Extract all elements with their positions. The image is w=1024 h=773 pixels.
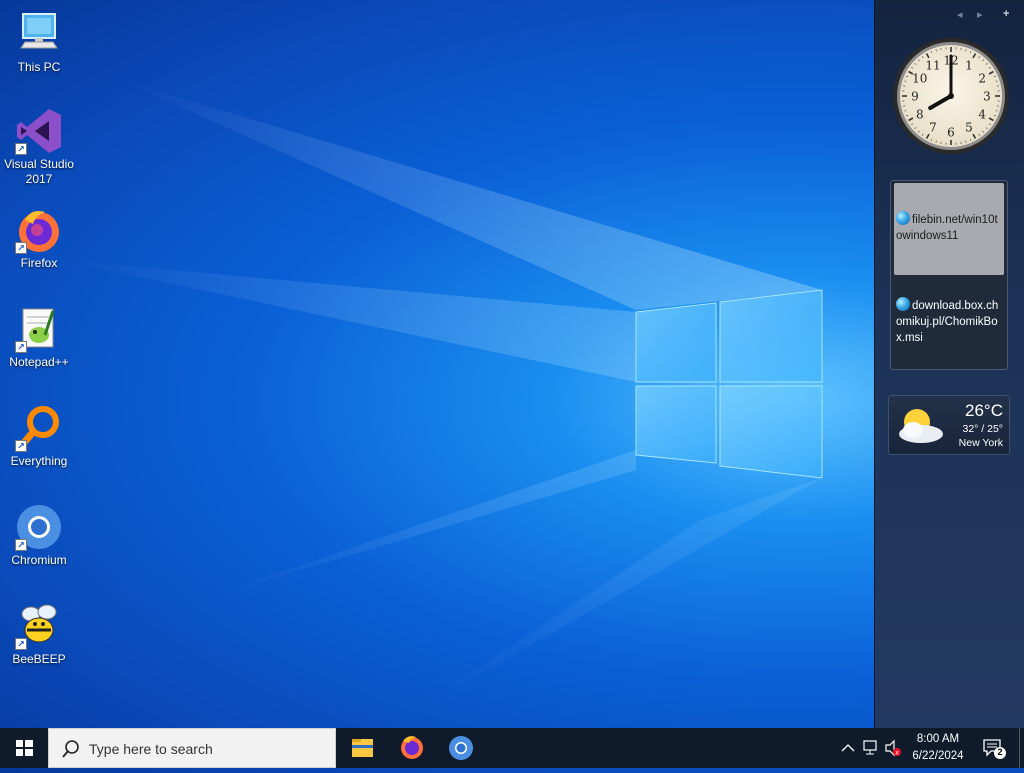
taskbar-clock[interactable]: 8:00 AM 6/22/2024 bbox=[904, 731, 972, 765]
shortcut-arrow-icon: ↗ bbox=[15, 539, 27, 551]
clock-number: 6 bbox=[947, 126, 955, 140]
shortcut-arrow-icon: ↗ bbox=[15, 143, 27, 155]
taskbar-file-explorer[interactable] bbox=[338, 728, 386, 768]
volume-tray-button[interactable]: x bbox=[883, 728, 903, 768]
next-arrow-icon[interactable]: ▸ bbox=[977, 8, 983, 21]
feed-item-text: download.box.chomikuj.pl/ChomikBox.msi bbox=[896, 300, 998, 344]
firefox-icon bbox=[388, 728, 436, 768]
chevron-up-icon bbox=[838, 728, 858, 768]
add-gadget-button[interactable]: + bbox=[1003, 8, 1009, 20]
volume-muted-icon: x bbox=[883, 728, 903, 768]
clock-number: 11 bbox=[925, 58, 940, 72]
gadget-sidebar: ◂ ▸ + 123456789101112 filebin.net/win10t… bbox=[874, 0, 1024, 728]
ie-globe-icon bbox=[896, 211, 910, 225]
folder-icon bbox=[338, 728, 386, 768]
desktop-icon-notepad-plus-plus[interactable]: ↗ Notepad++ bbox=[1, 305, 77, 370]
search-placeholder: Type here to search bbox=[89, 741, 213, 757]
search-input[interactable]: Type here to search bbox=[48, 728, 336, 768]
shortcut-arrow-icon: ↗ bbox=[15, 440, 27, 452]
desktop-icon-visual-studio[interactable]: ↗ Visual Studio 2017 bbox=[1, 107, 77, 187]
feed-headlines-gadget: filebin.net/win10towindows11 download.bo… bbox=[890, 180, 1008, 370]
show-desktop-button[interactable] bbox=[1019, 728, 1024, 768]
windows-logo bbox=[636, 290, 822, 478]
desktop-icon-label: Notepad++ bbox=[1, 355, 77, 370]
clock-number: 1 bbox=[965, 58, 973, 72]
shortcut-arrow-icon: ↗ bbox=[15, 341, 27, 353]
chromium-icon: ↗ bbox=[15, 503, 63, 551]
weather-range: 32° / 25° bbox=[962, 423, 1003, 435]
desktop-icon-this-pc[interactable]: This PC bbox=[1, 10, 77, 75]
clock-number: 10 bbox=[912, 72, 927, 86]
search-icon bbox=[61, 739, 81, 759]
start-button[interactable] bbox=[0, 728, 48, 768]
clock-number: 2 bbox=[978, 72, 986, 86]
ie-globe-icon bbox=[896, 297, 910, 311]
search-magnifier-icon: ↗ bbox=[15, 404, 63, 452]
shortcut-arrow-icon: ↗ bbox=[15, 242, 27, 254]
bee-icon: ↗ bbox=[15, 602, 63, 650]
clock-number: 4 bbox=[978, 108, 986, 122]
weather-city: New York bbox=[959, 437, 1003, 449]
notepad-plus-plus-icon: ↗ bbox=[15, 305, 63, 353]
taskbar: Type here to search bbox=[0, 728, 1024, 768]
clock-number: 3 bbox=[983, 90, 991, 104]
taskbar-chromium[interactable] bbox=[437, 728, 485, 768]
visual-studio-icon: ↗ bbox=[15, 107, 63, 155]
chromium-icon bbox=[437, 728, 485, 768]
taskbar-time: 8:00 AM bbox=[904, 731, 972, 748]
desktop-icon-label: Firefox bbox=[1, 256, 77, 271]
show-hidden-icons-button[interactable] bbox=[838, 728, 858, 768]
partly-cloudy-icon bbox=[891, 402, 951, 450]
desktop-icon-label: Visual Studio 2017 bbox=[1, 157, 77, 187]
desktop-icon-everything[interactable]: ↗ Everything bbox=[1, 404, 77, 469]
desktop-icon-label: Chromium bbox=[1, 553, 77, 568]
weather-temperature: 26°C bbox=[965, 401, 1003, 421]
action-center-button[interactable]: 2 bbox=[978, 728, 1008, 768]
desktop-icon-chromium[interactable]: ↗ Chromium bbox=[1, 503, 77, 568]
prev-arrow-icon[interactable]: ◂ bbox=[957, 8, 963, 21]
windows-start-icon bbox=[0, 728, 48, 768]
weather-gadget[interactable]: 26°C 32° / 25° New York bbox=[888, 395, 1010, 455]
shortcut-arrow-icon: ↗ bbox=[15, 638, 27, 650]
computer-icon bbox=[15, 10, 63, 58]
clock-number: 9 bbox=[911, 90, 919, 104]
feed-item[interactable]: download.box.chomikuj.pl/ChomikBox.msi bbox=[894, 297, 1004, 346]
desktop-icon-beebeep[interactable]: ↗ BeeBEEP bbox=[1, 602, 77, 667]
feed-item[interactable]: filebin.net/win10towindows11 bbox=[894, 183, 1004, 275]
firefox-icon: ↗ bbox=[15, 206, 63, 254]
svg-text:x: x bbox=[895, 750, 899, 757]
wallpaper-graphic bbox=[0, 0, 874, 728]
feed-item-text: filebin.net/win10towindows11 bbox=[896, 214, 998, 242]
clock-number: 8 bbox=[916, 108, 924, 122]
desktop-icon-firefox[interactable]: ↗ Firefox bbox=[1, 206, 77, 271]
clock-gadget[interactable]: 123456789101112 bbox=[891, 36, 1011, 156]
notification-count-badge: 2 bbox=[996, 747, 1004, 757]
clock-number: 5 bbox=[965, 121, 973, 135]
network-tray-button[interactable] bbox=[860, 728, 882, 768]
desktop-icon-label: Everything bbox=[1, 454, 77, 469]
clock-number: 7 bbox=[929, 121, 937, 135]
desktop-icon-label: BeeBEEP bbox=[1, 652, 77, 667]
desktop-icon-label: This PC bbox=[1, 60, 77, 75]
network-icon bbox=[860, 728, 882, 768]
taskbar-firefox[interactable] bbox=[388, 728, 436, 768]
taskbar-date: 6/22/2024 bbox=[904, 748, 972, 765]
